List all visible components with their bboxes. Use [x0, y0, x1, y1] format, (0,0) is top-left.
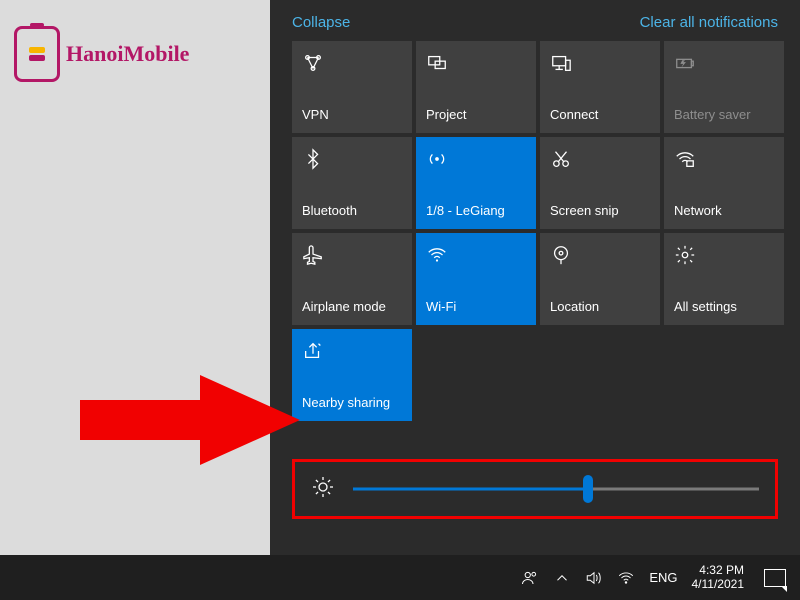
language-indicator[interactable]: ENG — [649, 570, 677, 585]
wifi-tray-icon[interactable] — [617, 569, 635, 587]
watermark-text: HanoiMobile — [66, 41, 189, 67]
tile-hotspot[interactable]: 1/8 - LeGiang — [416, 137, 536, 229]
clock[interactable]: 4:32 PM 4/11/2021 — [692, 564, 745, 592]
tile-wifi[interactable]: Wi-Fi — [416, 233, 536, 325]
volume-icon[interactable] — [585, 569, 603, 587]
settings-icon — [674, 241, 774, 269]
annotation-arrow — [80, 360, 300, 485]
tile-label: Battery saver — [674, 107, 774, 123]
location-icon — [550, 241, 650, 269]
taskbar: ENG 4:32 PM 4/11/2021 — [0, 555, 800, 600]
tile-bluetooth[interactable]: Bluetooth — [292, 137, 412, 229]
slider-fill — [353, 488, 588, 491]
vpn-icon — [302, 49, 402, 77]
tile-label: Location — [550, 299, 650, 315]
brightness-icon — [311, 475, 335, 504]
brightness-slider-row — [292, 459, 778, 519]
hotspot-icon — [426, 145, 526, 173]
watermark-logo: HanoiMobile — [14, 26, 189, 82]
tile-label: Project — [426, 107, 526, 123]
quick-action-tiles: VPN Project Connect Battery saver Bluetooth 1… — [270, 41, 800, 421]
people-icon[interactable] — [521, 569, 539, 587]
action-center-header: Collapse Clear all notifications — [270, 0, 800, 41]
tile-connect[interactable]: Connect — [540, 41, 660, 133]
action-center-panel: Collapse Clear all notifications VPN Proj… — [270, 0, 800, 555]
collapse-link[interactable]: Collapse — [292, 14, 350, 31]
tile-label: Connect — [550, 107, 650, 123]
network-icon — [674, 145, 774, 173]
project-icon — [426, 49, 526, 77]
tile-share[interactable]: Nearby sharing — [292, 329, 412, 421]
share-icon — [302, 337, 402, 365]
tile-label: All settings — [674, 299, 774, 315]
bluetooth-icon — [302, 145, 402, 173]
tile-label: VPN — [302, 107, 402, 123]
battery-icon — [674, 49, 774, 77]
tile-location[interactable]: Location — [540, 233, 660, 325]
phone-logo-icon — [14, 26, 60, 82]
clock-time: 4:32 PM — [699, 564, 744, 578]
tile-label: Network — [674, 203, 774, 219]
slider-thumb[interactable] — [583, 475, 593, 503]
chevron-up-icon[interactable] — [553, 569, 571, 587]
tile-label: Screen snip — [550, 203, 650, 219]
tile-vpn[interactable]: VPN — [292, 41, 412, 133]
tile-settings[interactable]: All settings — [664, 233, 784, 325]
tile-airplane[interactable]: Airplane mode — [292, 233, 412, 325]
tile-label: Airplane mode — [302, 299, 402, 315]
tile-label: Wi-Fi — [426, 299, 526, 315]
tile-project[interactable]: Project — [416, 41, 536, 133]
tile-network[interactable]: Network — [664, 137, 784, 229]
clear-notifications-link[interactable]: Clear all notifications — [640, 14, 778, 31]
tile-label: Nearby sharing — [302, 395, 402, 411]
clock-date: 4/11/2021 — [692, 578, 745, 592]
tile-label: Bluetooth — [302, 203, 402, 219]
tile-label: 1/8 - LeGiang — [426, 203, 526, 219]
tile-battery: Battery saver — [664, 41, 784, 133]
brightness-slider[interactable] — [353, 487, 759, 491]
tile-snip[interactable]: Screen snip — [540, 137, 660, 229]
snip-icon — [550, 145, 650, 173]
notifications-tray-icon[interactable] — [764, 569, 786, 587]
airplane-icon — [302, 241, 402, 269]
connect-icon — [550, 49, 650, 77]
wifi-icon — [426, 241, 526, 269]
